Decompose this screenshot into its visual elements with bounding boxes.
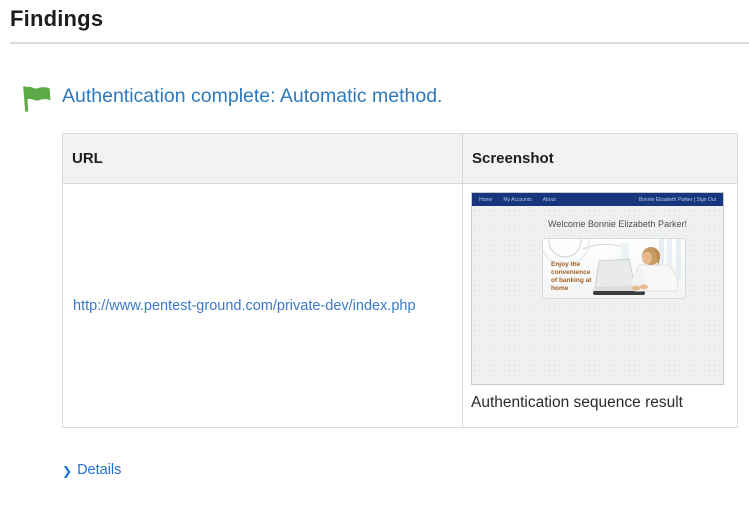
finding-title: Authentication complete: Automatic metho… (62, 85, 442, 108)
finding-header: Authentication complete: Automatic metho… (20, 82, 52, 114)
column-header-url: URL (63, 134, 463, 184)
title-divider (10, 42, 749, 44)
details-link[interactable]: ❯ Details (62, 462, 121, 478)
screenshot-cell: Home My Accounts About Bonnie Elizabeth … (463, 184, 738, 428)
thumbnail-navbar: Home My Accounts About Bonnie Elizabeth … (472, 193, 723, 206)
page-title: Findings (10, 6, 103, 32)
thumbnail-welcome-text: Welcome Bonnie Elizabeth Parker! (512, 219, 723, 229)
thumbnail-nav-item: About (543, 197, 556, 203)
banner-tagline: Enjoy the convenience of banking at home (551, 261, 597, 293)
flag-icon (20, 84, 52, 114)
thumbnail-nav-item: Home (479, 197, 492, 203)
column-header-screenshot: Screenshot (463, 134, 738, 184)
auth-screenshot-thumbnail: Home My Accounts About Bonnie Elizabeth … (471, 192, 724, 385)
finding-table: URL Screenshot http://www.pentest-ground… (62, 133, 738, 428)
details-label: Details (77, 462, 121, 478)
table-row: http://www.pentest-ground.com/private-de… (63, 184, 738, 428)
findings-page: Findings Authentication complete: Automa… (0, 0, 749, 505)
url-link[interactable]: http://www.pentest-ground.com/private-de… (73, 298, 416, 314)
chevron-right-icon: ❯ (62, 464, 72, 477)
table-header-row: URL Screenshot (63, 134, 738, 184)
banking-banner-image: Enjoy the convenience of banking at home (543, 239, 685, 298)
screenshot-caption: Authentication sequence result (471, 394, 729, 412)
thumbnail-nav-items: Home My Accounts About (479, 197, 556, 203)
url-cell: http://www.pentest-ground.com/private-de… (63, 184, 463, 428)
thumbnail-nav-item: My Accounts (503, 197, 531, 203)
thumbnail-user-text: Bonnie Elizabeth Parker | Sign Out (639, 197, 716, 203)
